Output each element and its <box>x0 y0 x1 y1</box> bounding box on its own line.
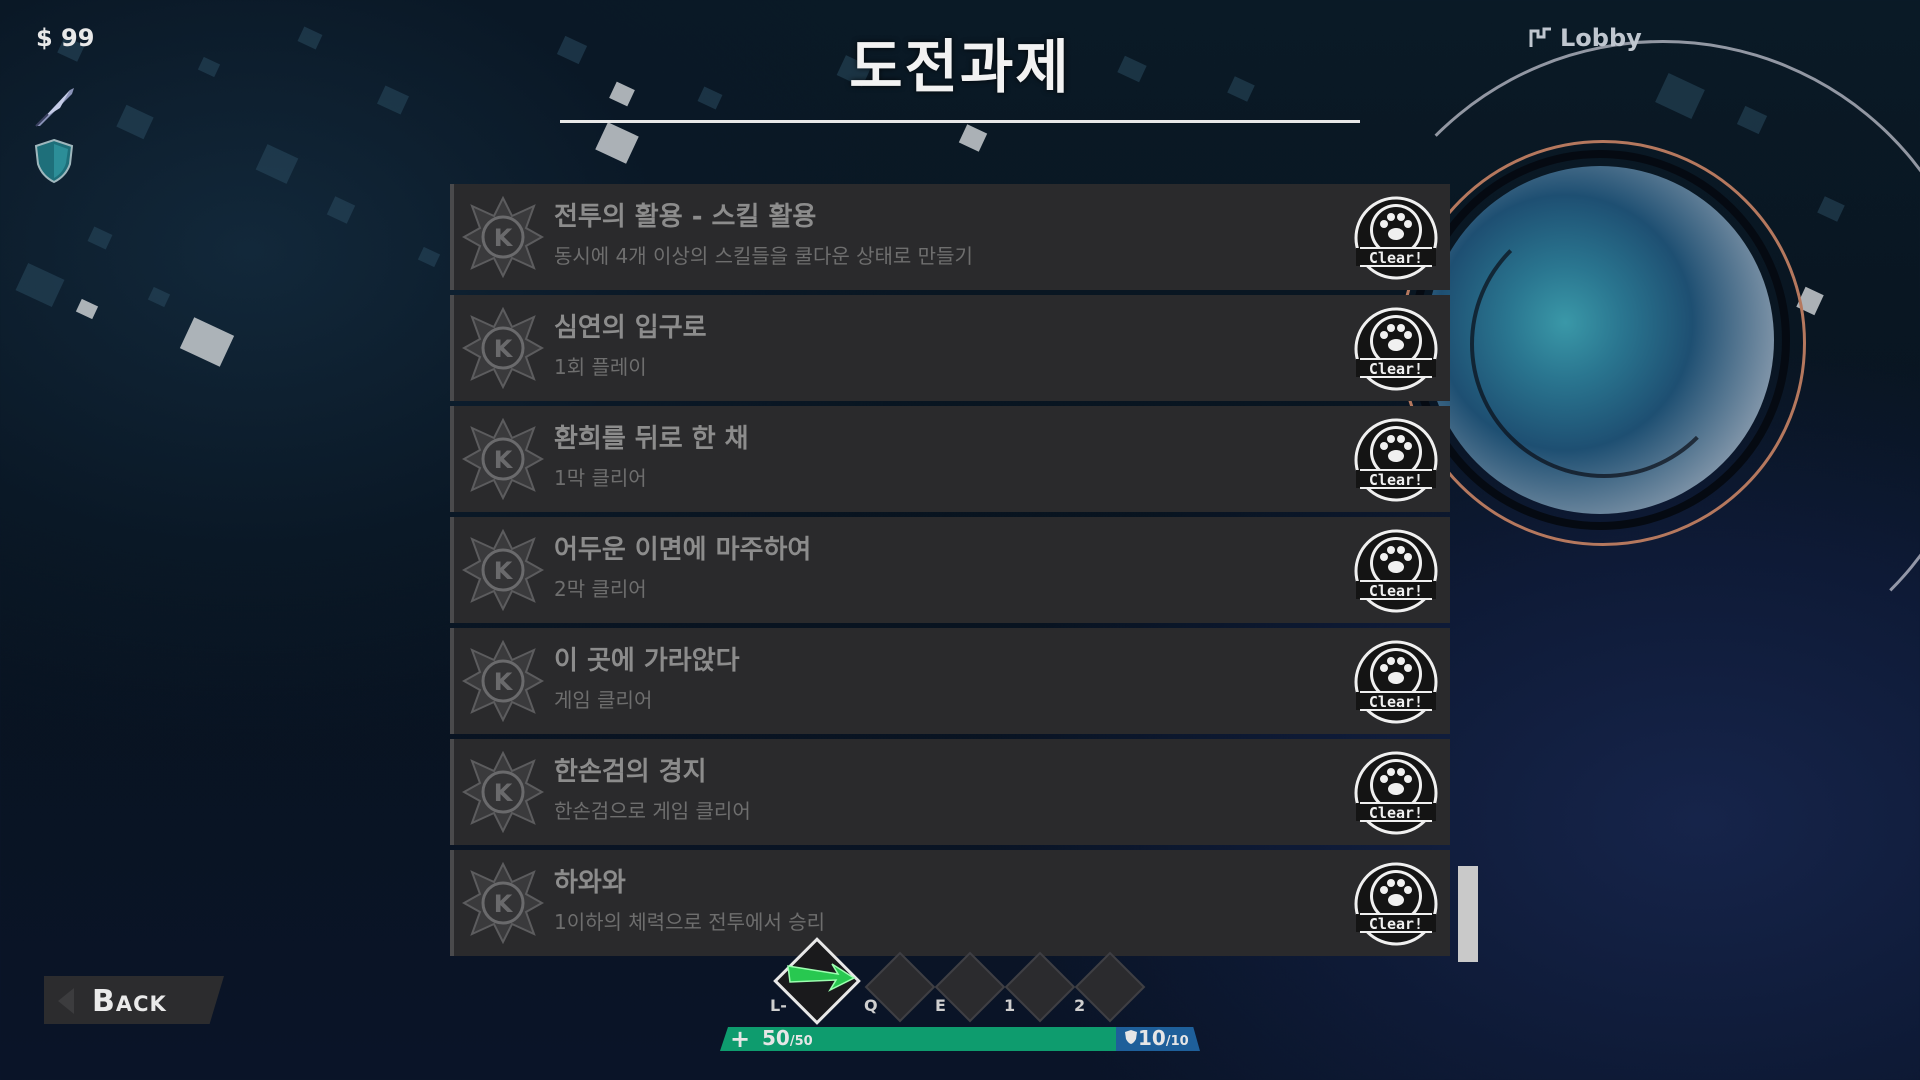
svg-text:Clear!: Clear! <box>1369 471 1423 489</box>
achievement-description: 동시에 4개 이상의 스킬들을 쿨다운 상태로 만들기 <box>554 244 973 268</box>
clear-paw-badge-icon: Clear! <box>1354 418 1438 502</box>
skill-slot-2[interactable] <box>1074 951 1146 1023</box>
clear-paw-badge-icon: Clear! <box>1354 751 1438 835</box>
key-label: L- <box>770 996 787 1015</box>
title-divider <box>560 120 1360 123</box>
achievement-list[interactable]: K 전투의 활용 - 스킬 활용동시에 4개 이상의 스킬들을 쿨다운 상태로 … <box>450 162 1450 958</box>
back-arrow-icon <box>58 988 74 1014</box>
shield-value: 10/10 <box>1124 1026 1189 1050</box>
achievement-description: 게임 클리어 <box>554 688 653 712</box>
achievement-row[interactable]: K 하와와 1이하의 체력으로 전투에서 승리 Clear! <box>450 850 1450 956</box>
svg-text:K: K <box>494 557 514 585</box>
achievement-row[interactable]: K 어두운 이면에 마주하여 2막 클리어 Clear! <box>450 517 1450 623</box>
health-bar: + 50/50 10/10 <box>720 1025 1200 1053</box>
svg-text:Clear!: Clear! <box>1369 693 1423 711</box>
achievement-description: 1막 클리어 <box>554 466 647 490</box>
clear-paw-badge-icon: Clear! <box>1354 196 1438 280</box>
achievement-title: 전투의 활용 - 스킬 활용 <box>554 202 817 232</box>
svg-text:K: K <box>494 779 514 807</box>
svg-text:K: K <box>494 446 514 474</box>
achievement-row[interactable]: K 이 곳에 가라앉다게임 클리어 Clear! <box>450 628 1450 734</box>
back-label: Back <box>92 984 167 1019</box>
svg-text:Clear!: Clear! <box>1369 360 1423 378</box>
clear-paw-badge-icon: Clear! <box>1354 307 1438 391</box>
svg-text:Clear!: Clear! <box>1369 249 1423 267</box>
achievement-row[interactable]: K 전투의 활용 - 스킬 활용동시에 4개 이상의 스킬들을 쿨다운 상태로 … <box>450 184 1450 290</box>
achievement-title: 하와와 <box>554 868 626 898</box>
skill-slot-1[interactable] <box>1004 951 1076 1023</box>
clear-paw-badge-icon: Clear! <box>1354 862 1438 946</box>
svg-text:Clear!: Clear! <box>1369 804 1423 822</box>
svg-text:K: K <box>494 224 514 252</box>
achievement-row[interactable]: K 한손검의 경지한손검으로 게임 클리어 Clear! <box>450 739 1450 845</box>
svg-text:K: K <box>494 890 514 918</box>
scrollbar-thumb[interactable] <box>1458 866 1478 962</box>
key-label: Q <box>864 996 878 1015</box>
achievement-emblem-icon: K <box>461 195 545 279</box>
achievement-emblem-icon: K <box>461 750 545 834</box>
portal-vortex <box>1340 40 1920 660</box>
achievement-description: 1이하의 체력으로 전투에서 승리 <box>554 910 825 934</box>
achievement-row[interactable]: K 환희를 뒤로 한 채 1막 클리어 Clear! <box>450 406 1450 512</box>
achievement-title: 심연의 입구로 <box>554 313 707 343</box>
key-label: 1 <box>1004 996 1016 1015</box>
svg-text:K: K <box>494 668 514 696</box>
achievement-title: 어두운 이면에 마주하여 <box>554 535 812 565</box>
achievement-row[interactable]: K 심연의 입구로 1회 플레이 Clear! <box>450 295 1450 401</box>
svg-text:K: K <box>494 335 514 363</box>
key-label: 2 <box>1074 996 1086 1015</box>
achievement-title: 한손검의 경지 <box>554 757 707 787</box>
page-title: 도전과제 <box>849 33 1071 101</box>
achievement-title: 환희를 뒤로 한 채 <box>554 424 749 454</box>
achievement-description: 1회 플레이 <box>554 355 647 379</box>
achievement-title: 이 곳에 가라앉다 <box>554 646 740 676</box>
achievement-emblem-icon: K <box>461 417 545 501</box>
shield-icon <box>30 136 78 184</box>
hp-value: 50/50 <box>762 1026 813 1050</box>
svg-text:Clear!: Clear! <box>1369 582 1423 600</box>
achievement-description: 한손검으로 게임 클리어 <box>554 799 751 823</box>
achievement-description: 2막 클리어 <box>554 577 647 601</box>
svg-text:Clear!: Clear! <box>1369 915 1423 933</box>
back-button[interactable]: Back <box>44 976 224 1024</box>
key-label: E <box>935 996 946 1015</box>
achievement-emblem-icon: K <box>461 639 545 723</box>
achievement-emblem-icon: K <box>461 528 545 612</box>
achievement-emblem-icon: K <box>461 306 545 390</box>
shield-small-icon <box>1125 1030 1137 1044</box>
clear-paw-badge-icon: Clear! <box>1354 529 1438 613</box>
plus-icon: + <box>730 1025 751 1053</box>
achievement-emblem-icon: K <box>461 861 545 945</box>
clear-paw-badge-icon: Clear! <box>1354 640 1438 724</box>
dash-skill-icon <box>787 963 856 992</box>
